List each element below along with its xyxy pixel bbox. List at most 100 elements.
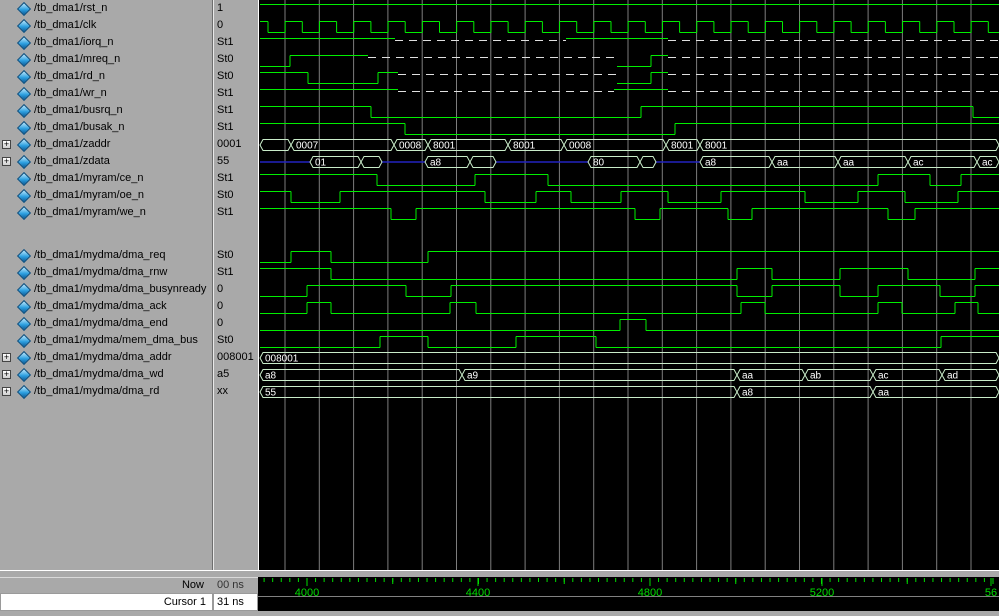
signal-diamond-icon [17, 138, 31, 152]
signal-row-we_n[interactable]: /tb_dma1/myram/we_n [0, 204, 212, 221]
signal-row-rd_n[interactable]: /tb_dma1/rd_n [0, 68, 212, 85]
signal-value-ce_n: St1 [217, 170, 234, 187]
signal-row-mreq_n[interactable]: /tb_dma1/mreq_n [0, 51, 212, 68]
time-ruler[interactable] [258, 577, 999, 611]
now-row: Now 00 ns [0, 577, 258, 593]
signal-name-label[interactable]: /tb_dma1/wr_n [34, 85, 107, 102]
signal-value-busrq_n: St1 [217, 102, 234, 119]
expand-plus-icon[interactable]: + [2, 370, 11, 379]
signal-diamond-icon [17, 385, 31, 399]
signal-value-we_n: St1 [217, 204, 234, 221]
signal-name-label[interactable]: /tb_dma1/rd_n [34, 68, 105, 85]
signal-name-label[interactable]: /tb_dma1/mydma/dma_rnw [34, 264, 167, 281]
signal-name-label[interactable]: /tb_dma1/mreq_n [34, 51, 120, 68]
expand-plus-icon[interactable]: + [2, 387, 11, 396]
signal-value-zaddr: 0001 [217, 136, 241, 153]
signal-diamond-icon [17, 2, 31, 16]
cursor1-label[interactable]: Cursor 1 [0, 593, 213, 611]
signal-name-label[interactable]: /tb_dma1/iorq_n [34, 34, 114, 51]
signal-row-rst_n[interactable]: /tb_dma1/rst_n [0, 0, 212, 17]
signal-value-busak_n: St1 [217, 119, 234, 136]
signal-value-iorq_n: St1 [217, 34, 234, 51]
signal-row-oe_n[interactable]: /tb_dma1/myram/oe_n [0, 187, 212, 204]
signal-name-label[interactable]: /tb_dma1/myram/oe_n [34, 187, 144, 204]
signal-diamond-icon [17, 317, 31, 331]
signal-value-oe_n: St0 [217, 187, 234, 204]
signal-value-rd_n: St0 [217, 68, 234, 85]
wave-window: /tb_dma1/rst_n/tb_dma1/clk/tb_dma1/iorq_… [0, 0, 999, 616]
signal-values-panel[interactable]: 10St1St0St0St1St1St1000155St1St0St1St0St… [214, 0, 258, 570]
cursor1-value[interactable]: 31 ns [213, 593, 258, 611]
signal-name-label[interactable]: /tb_dma1/clk [34, 17, 96, 34]
expand-plus-icon[interactable]: + [2, 353, 11, 362]
signal-diamond-icon [17, 189, 31, 203]
signal-row-ce_n[interactable]: /tb_dma1/myram/ce_n [0, 170, 212, 187]
signal-diamond-icon [17, 87, 31, 101]
signal-name-label[interactable]: /tb_dma1/mydma/dma_ack [34, 298, 167, 315]
signal-diamond-icon [17, 300, 31, 314]
signal-diamond-icon [17, 53, 31, 67]
signal-name-label[interactable]: /tb_dma1/busrq_n [34, 102, 123, 119]
signal-diamond-icon [17, 206, 31, 220]
signal-name-label[interactable]: /tb_dma1/mydma/dma_req [34, 247, 165, 264]
horizontal-splitter[interactable] [0, 570, 999, 577]
signal-row-dma_busynready[interactable]: /tb_dma1/mydma/dma_busynready [0, 281, 212, 298]
signal-diamond-icon [17, 351, 31, 365]
signal-name-label[interactable]: /tb_dma1/zaddr [34, 136, 110, 153]
signal-diamond-icon [17, 36, 31, 50]
signal-row-busak_n[interactable]: /tb_dma1/busak_n [0, 119, 212, 136]
signal-diamond-icon [17, 121, 31, 135]
now-label: Now [54, 579, 204, 591]
signal-name-label[interactable]: /tb_dma1/mydma/dma_wd [34, 366, 164, 383]
signal-names-panel[interactable]: /tb_dma1/rst_n/tb_dma1/clk/tb_dma1/iorq_… [0, 0, 212, 570]
signal-row-wr_n[interactable]: /tb_dma1/wr_n [0, 85, 212, 102]
signal-row-dma_ack[interactable]: /tb_dma1/mydma/dma_ack [0, 298, 212, 315]
now-value: 00 ns [217, 579, 244, 591]
signal-row-zaddr[interactable]: + /tb_dma1/zaddr [0, 136, 212, 153]
signal-value-dma_rd: xx [217, 383, 228, 400]
signal-row-mem_dma_bus[interactable]: /tb_dma1/mydma/mem_dma_bus [0, 332, 212, 349]
signal-value-dma_busynready: 0 [217, 281, 223, 298]
signal-diamond-icon [17, 172, 31, 186]
signal-row-iorq_n[interactable]: /tb_dma1/iorq_n [0, 34, 212, 51]
signal-name-label[interactable]: /tb_dma1/myram/ce_n [34, 170, 143, 187]
signal-name-label[interactable]: /tb_dma1/mydma/dma_addr [34, 349, 172, 366]
signal-value-mreq_n: St0 [217, 51, 234, 68]
signal-diamond-icon [17, 334, 31, 348]
signal-row-zdata[interactable]: + /tb_dma1/zdata [0, 153, 212, 170]
signal-row-clk[interactable]: /tb_dma1/clk [0, 17, 212, 34]
signal-name-label[interactable]: /tb_dma1/mydma/mem_dma_bus [34, 332, 198, 349]
signal-diamond-icon [17, 155, 31, 169]
signal-row-dma_req[interactable]: /tb_dma1/mydma/dma_req [0, 247, 212, 264]
signal-row-dma_end[interactable]: /tb_dma1/mydma/dma_end [0, 315, 212, 332]
signal-row-dma_rd[interactable]: + /tb_dma1/mydma/dma_rd [0, 383, 212, 400]
signal-value-rst_n: 1 [217, 0, 223, 17]
bottom-strip [0, 611, 999, 616]
signal-name-label[interactable]: /tb_dma1/myram/we_n [34, 204, 146, 221]
waveform-canvas[interactable] [258, 0, 999, 570]
signal-row-busrq_n[interactable]: /tb_dma1/busrq_n [0, 102, 212, 119]
cursor-row: Cursor 1 31 ns [0, 593, 258, 611]
expand-plus-icon[interactable]: + [2, 140, 11, 149]
signal-value-dma_ack: 0 [217, 298, 223, 315]
signal-diamond-icon [17, 368, 31, 382]
signal-diamond-icon [17, 266, 31, 280]
signal-name-label[interactable]: /tb_dma1/busak_n [34, 119, 125, 136]
signal-value-dma_req: St0 [217, 247, 234, 264]
signal-value-dma_wd: a5 [217, 366, 229, 383]
signal-value-wr_n: St1 [217, 85, 234, 102]
signal-name-label[interactable]: /tb_dma1/mydma/dma_end [34, 315, 168, 332]
signal-row-dma_addr[interactable]: + /tb_dma1/mydma/dma_addr [0, 349, 212, 366]
signal-diamond-icon [17, 104, 31, 118]
signal-name-label[interactable]: /tb_dma1/mydma/dma_rd [34, 383, 159, 400]
ruler-separator [258, 596, 999, 597]
signal-row-dma_rnw[interactable]: /tb_dma1/mydma/dma_rnw [0, 264, 212, 281]
signal-diamond-icon [17, 283, 31, 297]
panel-splitter-light [213, 0, 214, 616]
signal-name-label[interactable]: /tb_dma1/mydma/dma_busynready [34, 281, 206, 298]
signal-name-label[interactable]: /tb_dma1/zdata [34, 153, 110, 170]
signal-name-label[interactable]: /tb_dma1/rst_n [34, 0, 107, 17]
expand-plus-icon[interactable]: + [2, 157, 11, 166]
signal-value-dma_addr: 008001 [217, 349, 254, 366]
signal-row-dma_wd[interactable]: + /tb_dma1/mydma/dma_wd [0, 366, 212, 383]
